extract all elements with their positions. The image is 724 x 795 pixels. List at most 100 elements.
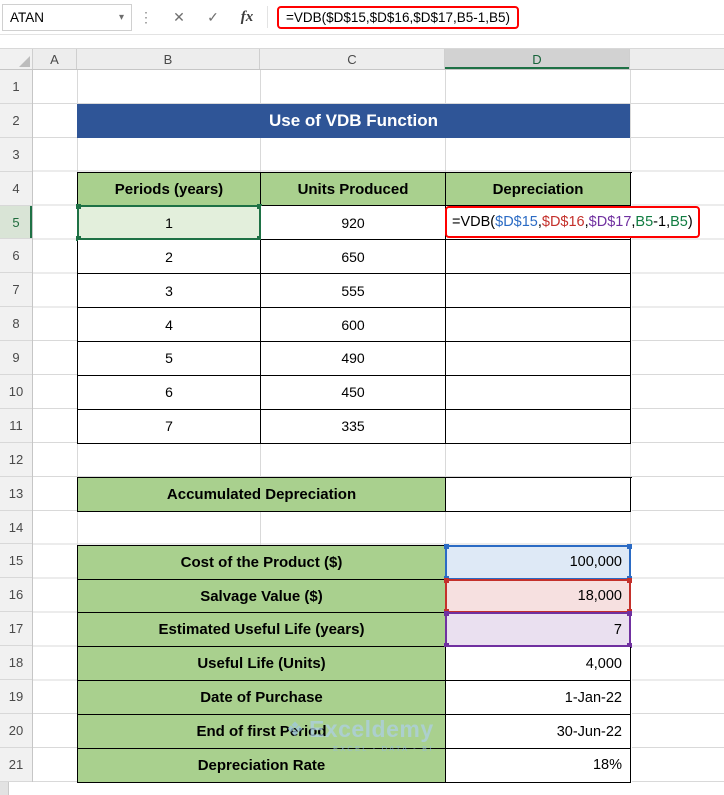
insert-function-icon[interactable]: fx — [230, 9, 264, 26]
select-all-triangle-icon — [19, 56, 30, 67]
cell-c9[interactable]: 490 — [261, 342, 446, 376]
cell-c8[interactable]: 600 — [261, 308, 446, 343]
label-useful-life-years-cell[interactable]: Estimated Useful Life (years) — [78, 613, 446, 648]
label-end-first-period-cell[interactable]: End of first Period — [78, 715, 446, 750]
cell-c10[interactable]: 450 — [261, 375, 446, 410]
select-all-corner[interactable] — [0, 49, 33, 69]
title-banner-cell[interactable]: Use of VDB Function — [77, 103, 630, 138]
table-row: Estimated Useful Life (years) 7 — [78, 611, 632, 649]
cell-d18[interactable]: 4,000 — [446, 647, 631, 682]
label-salvage-cell[interactable]: Salvage Value ($) — [78, 579, 446, 614]
row-header-12[interactable]: 12 — [0, 443, 32, 477]
header-periods-cell[interactable]: Periods (years) — [78, 172, 261, 207]
col-header-e[interactable] — [630, 49, 724, 69]
row-header-2[interactable]: 2 — [0, 104, 32, 138]
formula-segment: =VDB( — [452, 214, 496, 230]
label-useful-life-units-cell[interactable]: Useful Life (Units) — [78, 647, 446, 682]
cell-b8[interactable]: 4 — [78, 308, 261, 343]
excel-window: ATAN ▾ ⋮ ✕ ✓ fx =VDB($D$15,$D$16,$D$17,B… — [0, 0, 724, 795]
name-box[interactable]: ATAN ▾ — [2, 3, 132, 31]
cell-b10[interactable]: 6 — [78, 375, 261, 410]
cell-d21[interactable]: 18% — [446, 749, 631, 783]
row-header-13[interactable]: 13 — [0, 477, 32, 511]
row-header-3[interactable]: 3 — [0, 138, 32, 172]
cell-b5-selected[interactable]: 1 — [76, 204, 262, 242]
table-row: Depreciation Rate 18% — [78, 749, 632, 783]
col-header-a[interactable]: A — [33, 49, 77, 69]
selection-handle[interactable] — [627, 543, 632, 549]
cell-c5[interactable]: 920 — [261, 206, 446, 241]
enter-icon[interactable]: ✓ — [196, 9, 230, 26]
header-depreciation-cell[interactable]: Depreciation — [446, 172, 631, 207]
cell-b7[interactable]: 3 — [78, 274, 261, 309]
cancel-icon[interactable]: ✕ — [162, 9, 196, 26]
cell-d7[interactable] — [446, 274, 631, 309]
row-header-17[interactable]: 17 — [0, 612, 32, 647]
cell-value: 18% — [592, 757, 622, 774]
label-purchase-date-cell[interactable]: Date of Purchase — [78, 681, 446, 716]
formula-text: =VDB($D$15,$D$16,$D$17,B5-1,B5) — [286, 9, 511, 25]
cell-d6[interactable] — [446, 240, 631, 275]
row-header-15[interactable]: 15 — [0, 544, 32, 579]
label-depreciation-rate-cell[interactable]: Depreciation Rate — [78, 749, 446, 783]
chevron-down-icon[interactable]: ▾ — [119, 12, 124, 23]
cell-c11[interactable]: 335 — [261, 409, 446, 444]
cell-d8[interactable] — [446, 308, 631, 343]
table-row: End of first Period 30-Jun-22 — [78, 715, 632, 750]
accumulated-depreciation-row: Accumulated Depreciation — [77, 476, 632, 512]
table-row: 3 555 — [78, 274, 632, 309]
row-header-14[interactable]: 14 — [0, 511, 32, 545]
cell-value: 30-Jun-22 — [556, 723, 622, 740]
cell-value: 4,000 — [585, 655, 622, 672]
cell-c7[interactable]: 555 — [261, 274, 446, 309]
row-header-16[interactable]: 16 — [0, 578, 32, 613]
cell-d10[interactable] — [446, 375, 631, 410]
row-header-9[interactable]: 9 — [0, 341, 32, 376]
row-header-1[interactable]: 1 — [0, 70, 32, 104]
col-header-c[interactable]: C — [260, 49, 445, 69]
table-row: 5 490 — [78, 342, 632, 376]
cell-value: 4 — [165, 316, 173, 333]
cell-value: 920 — [341, 214, 365, 231]
cell-d16[interactable]: 18,000 — [444, 577, 632, 615]
row-header-21[interactable]: 21 — [0, 748, 32, 782]
table-row: Cost of the Product ($) 100,000 — [78, 543, 632, 581]
cell-c6[interactable]: 650 — [261, 240, 446, 275]
header-units-cell[interactable]: Units Produced — [261, 172, 446, 207]
cell-b6[interactable]: 2 — [78, 240, 261, 275]
cell-value: 600 — [341, 316, 365, 333]
formula-input[interactable]: =VDB($D$15,$D$16,$D$17,B5-1,B5) — [271, 0, 724, 34]
cell-value: 450 — [341, 384, 365, 401]
row-header-6[interactable]: 6 — [0, 239, 32, 274]
label-cost-cell[interactable]: Cost of the Product ($) — [78, 545, 446, 580]
cell-d13[interactable] — [446, 477, 631, 512]
col-header-b[interactable]: B — [77, 49, 260, 69]
cell-b11[interactable]: 7 — [78, 409, 261, 444]
cell-b9[interactable]: 5 — [78, 342, 261, 376]
cell-d9[interactable] — [446, 342, 631, 376]
cell-d11[interactable] — [446, 409, 631, 444]
active-cell-formula-overlay[interactable]: =VDB($D$15, $D$16, $D$17, B5 -1, B5) — [445, 206, 700, 238]
row-header-8[interactable]: 8 — [0, 307, 32, 342]
row-header-20[interactable]: 20 — [0, 714, 32, 748]
cell-d19[interactable]: 1-Jan-22 — [446, 681, 631, 716]
cell-value: 7 — [613, 621, 622, 638]
row-header-11[interactable]: 11 — [0, 409, 32, 443]
row-header-5[interactable]: 5 — [0, 205, 32, 240]
table-header-row: Periods (years) Units Produced Depreciat… — [78, 172, 632, 207]
cell-d17[interactable]: 7 — [444, 611, 632, 649]
formula-highlight-box: =VDB($D$15,$D$16,$D$17,B5-1,B5) — [277, 5, 520, 29]
accumulated-label-cell[interactable]: Accumulated Depreciation — [78, 477, 446, 512]
cell-value: 335 — [341, 418, 365, 435]
row-header-4[interactable]: 4 — [0, 172, 32, 206]
formula-segment: B5 — [635, 214, 654, 230]
cell-value: 3 — [165, 282, 173, 299]
row-header-7[interactable]: 7 — [0, 273, 32, 308]
cell-d20[interactable]: 30-Jun-22 — [446, 715, 631, 750]
cell-d15[interactable]: 100,000 — [444, 543, 632, 581]
row-header-10[interactable]: 10 — [0, 375, 32, 409]
cell-value: 100,000 — [569, 554, 622, 571]
col-header-d[interactable]: D — [445, 49, 630, 69]
row-header-19[interactable]: 19 — [0, 680, 32, 714]
row-header-18[interactable]: 18 — [0, 646, 32, 681]
